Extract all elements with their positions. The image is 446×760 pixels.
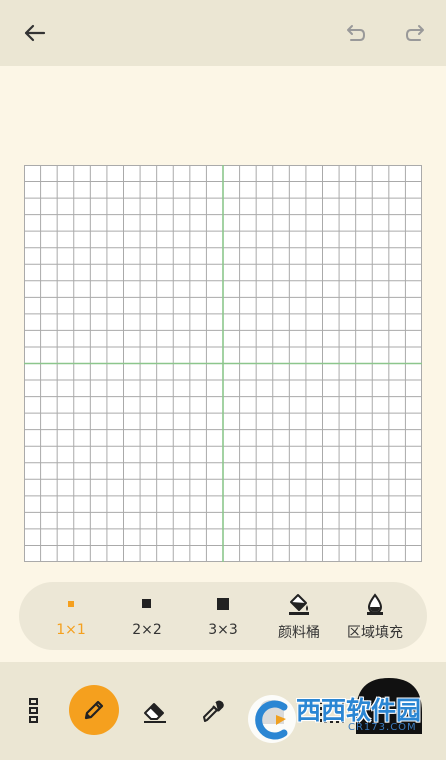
pixel-grid[interactable] <box>24 165 422 562</box>
brush-2x2[interactable]: 2×2 <box>111 582 183 650</box>
brush-panel: 1×1 2×2 3×3 颜料桶 区域填充 <box>19 582 427 650</box>
brush-2x2-label: 2×2 <box>132 622 162 638</box>
brush-3x3[interactable]: 3×3 <box>187 582 259 650</box>
watermark-logo: 西西软件园 CR173.COM <box>246 689 424 753</box>
paint-bucket-tool[interactable]: 颜料桶 <box>263 582 335 650</box>
paint-bucket-label: 颜料桶 <box>278 625 320 641</box>
pencil-tool-button[interactable] <box>69 685 119 735</box>
brush-1x1[interactable]: 1×1 <box>35 582 107 650</box>
square-2x2-icon <box>111 594 183 614</box>
pencil-icon <box>84 700 104 720</box>
brush-3x3-label: 3×3 <box>208 622 238 638</box>
region-fill-label: 区域填充 <box>347 625 403 641</box>
arrow-left-icon[interactable] <box>22 20 48 46</box>
top-bar <box>0 0 446 66</box>
paint-bucket-icon <box>263 594 335 615</box>
eyedropper-icon[interactable] <box>199 697 227 725</box>
brush-1x1-label: 1×1 <box>56 622 86 638</box>
square-3x3-icon <box>187 594 259 614</box>
pixel-canvas[interactable] <box>24 165 422 562</box>
redo-icon[interactable] <box>402 20 428 46</box>
more-vertical-icon[interactable] <box>29 696 39 726</box>
drop-fill-icon <box>339 593 411 615</box>
eraser-icon[interactable] <box>141 698 169 724</box>
watermark-emblem-icon <box>248 695 296 743</box>
dot-1x1-icon <box>35 594 107 614</box>
undo-icon[interactable] <box>343 20 369 46</box>
region-fill-tool[interactable]: 区域填充 <box>339 582 411 650</box>
watermark-sub: CR173.COM <box>348 722 417 733</box>
